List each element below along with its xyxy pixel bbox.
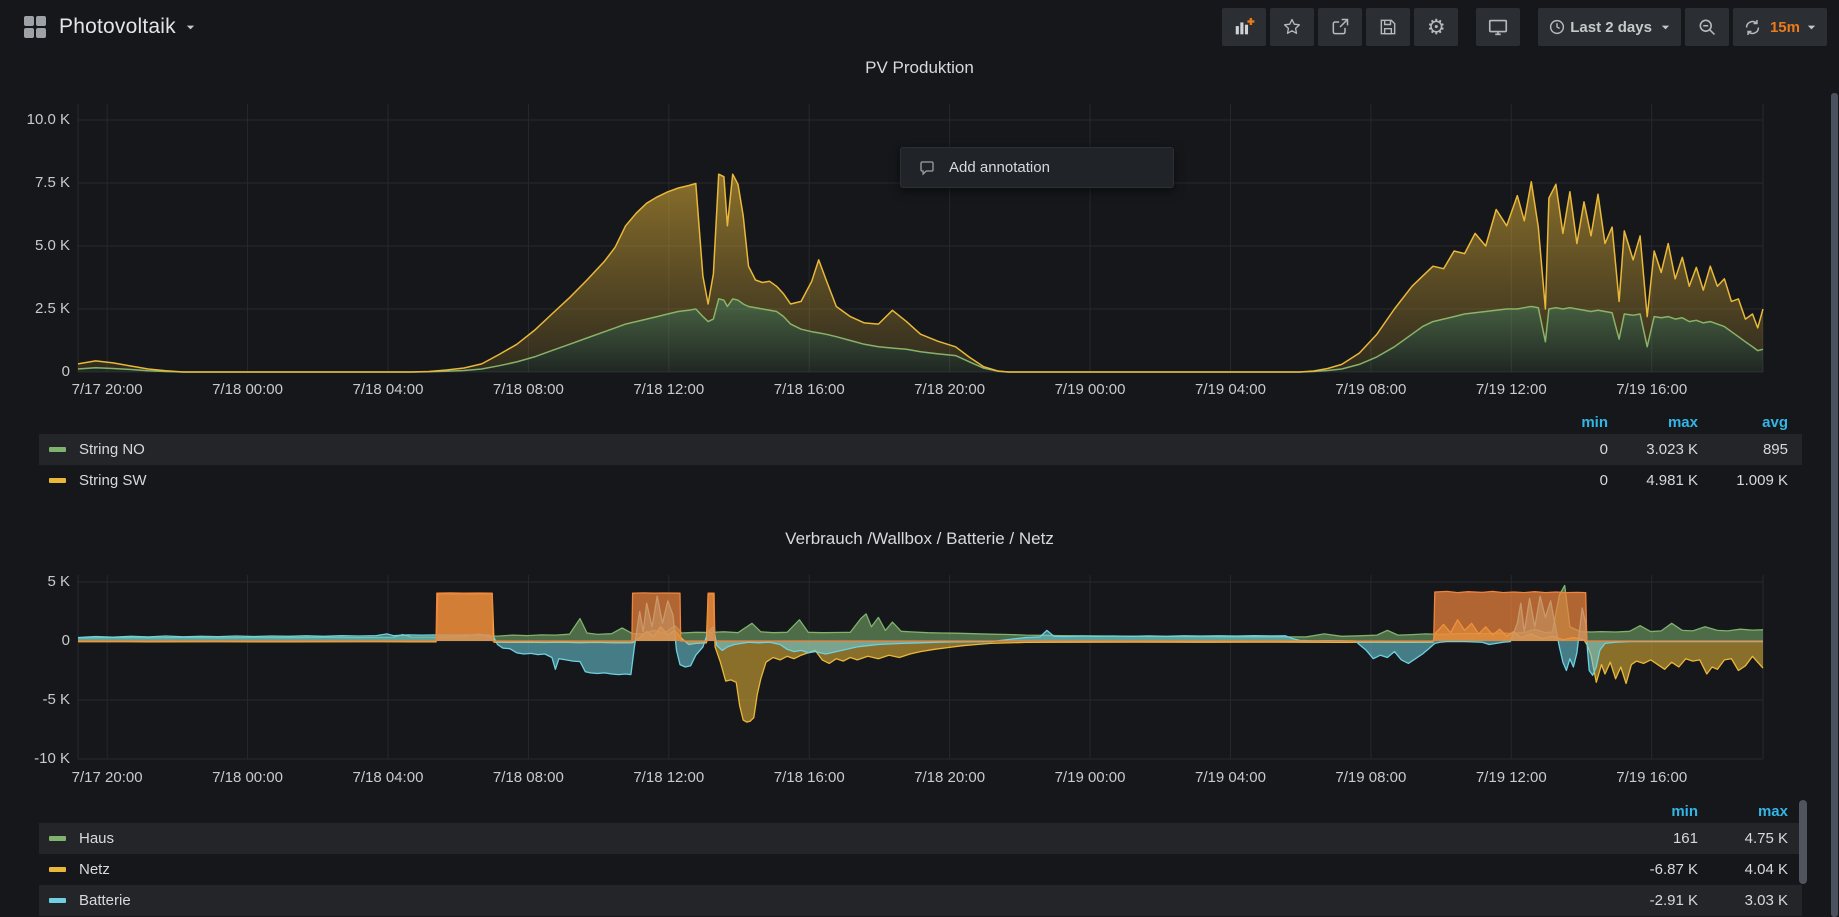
x-tick-label: 7/19 16:00 [1592,381,1712,398]
y-tick-label: 0 [0,632,70,649]
stat-min: -6.87 K [1608,861,1698,878]
x-tick-label: 7/18 08:00 [468,381,588,398]
y-tick-label: -5 K [0,691,70,708]
legend-header-row: min max avg [39,410,1802,434]
legend-header-avg[interactable]: avg [1698,414,1788,431]
y-tick-label: 5.0 K [0,237,70,254]
legend-header-max[interactable]: max [1698,803,1788,820]
x-tick-label: 7/19 00:00 [1030,381,1150,398]
stat-max: 3.023 K [1608,441,1698,458]
verbrauch-plot-area[interactable] [78,575,1763,759]
x-tick-label: 7/18 16:00 [749,381,869,398]
legend-header-max[interactable]: max [1608,414,1698,431]
series-color-swatch[interactable] [49,867,66,872]
grafana-dashboard: Photovoltaik [0,0,1839,917]
x-tick-label: 7/17 20:00 [47,381,167,398]
stat-max: 4.04 K [1698,861,1788,878]
pv-produktion-legend: min max avg String NO 0 3.023 K 895 Stri… [39,410,1802,496]
x-tick-label: 7/18 04:00 [328,769,448,786]
x-tick-label: 7/18 00:00 [188,381,308,398]
stat-min: -2.91 K [1608,892,1698,909]
verbrauch-legend: min max Haus 161 4.75 K Netz -6.87 K 4.0… [39,799,1802,916]
x-tick-label: 7/19 04:00 [1170,381,1290,398]
y-tick-label: 0 [0,363,70,380]
x-tick-label: 7/19 12:00 [1451,381,1571,398]
add-annotation-item[interactable]: Add annotation [949,159,1050,176]
x-tick-label: 7/19 04:00 [1170,769,1290,786]
x-tick-label: 7/18 00:00 [188,769,308,786]
x-tick-label: 7/18 20:00 [890,769,1010,786]
y-tick-label: 7.5 K [0,174,70,191]
legend-row-netz: Netz -6.87 K 4.04 K [39,854,1802,885]
series-label[interactable]: Batterie [79,892,131,909]
series-label[interactable]: Netz [79,861,110,878]
legend-row-haus: Haus 161 4.75 K [39,823,1802,854]
stat-min: 161 [1608,830,1698,847]
x-tick-label: 7/17 20:00 [47,769,167,786]
pv-produktion-plot-area[interactable] [78,104,1763,372]
x-tick-label: 7/18 04:00 [328,381,448,398]
y-tick-label: 2.5 K [0,300,70,317]
legend-row-string-sw: String SW 0 4.981 K 1.009 K [39,465,1802,496]
y-tick-label: 10.0 K [0,111,70,128]
series-label[interactable]: Haus [79,830,114,847]
legend-header-row: min max [39,799,1802,823]
annotation-context-menu[interactable]: Add annotation [900,147,1174,188]
series-color-swatch[interactable] [49,836,66,841]
legend-header-min[interactable]: min [1518,414,1608,431]
x-tick-label: 7/18 16:00 [749,769,869,786]
stat-max: 3.03 K [1698,892,1788,909]
series-label[interactable]: String NO [79,441,145,458]
legend-scrollbar-thumb[interactable] [1799,800,1807,884]
y-tick-label: 5 K [0,573,70,590]
x-tick-label: 7/18 12:00 [609,381,729,398]
comment-bubble-icon [918,159,936,177]
series-label[interactable]: String SW [79,472,147,489]
stat-max: 4.981 K [1608,472,1698,489]
legend-row-batterie: Batterie -2.91 K 3.03 K [39,885,1802,916]
x-tick-label: 7/18 12:00 [609,769,729,786]
x-tick-label: 7/18 20:00 [890,381,1010,398]
y-tick-label: -10 K [0,750,70,767]
legend-row-string-no: String NO 0 3.023 K 895 [39,434,1802,465]
stat-min: 0 [1518,441,1608,458]
page-scrollbar-thumb[interactable] [1831,93,1838,917]
stat-avg: 895 [1698,441,1788,458]
x-tick-label: 7/19 12:00 [1451,769,1571,786]
x-tick-label: 7/18 08:00 [468,769,588,786]
stat-max: 4.75 K [1698,830,1788,847]
stat-avg: 1.009 K [1698,472,1788,489]
x-tick-label: 7/19 16:00 [1592,769,1712,786]
stat-min: 0 [1518,472,1608,489]
legend-header-min[interactable]: min [1608,803,1698,820]
x-tick-label: 7/19 00:00 [1030,769,1150,786]
x-tick-label: 7/19 08:00 [1311,769,1431,786]
x-tick-label: 7/19 08:00 [1311,381,1431,398]
series-color-swatch[interactable] [49,478,66,483]
series-color-swatch[interactable] [49,898,66,903]
series-color-swatch[interactable] [49,447,66,452]
